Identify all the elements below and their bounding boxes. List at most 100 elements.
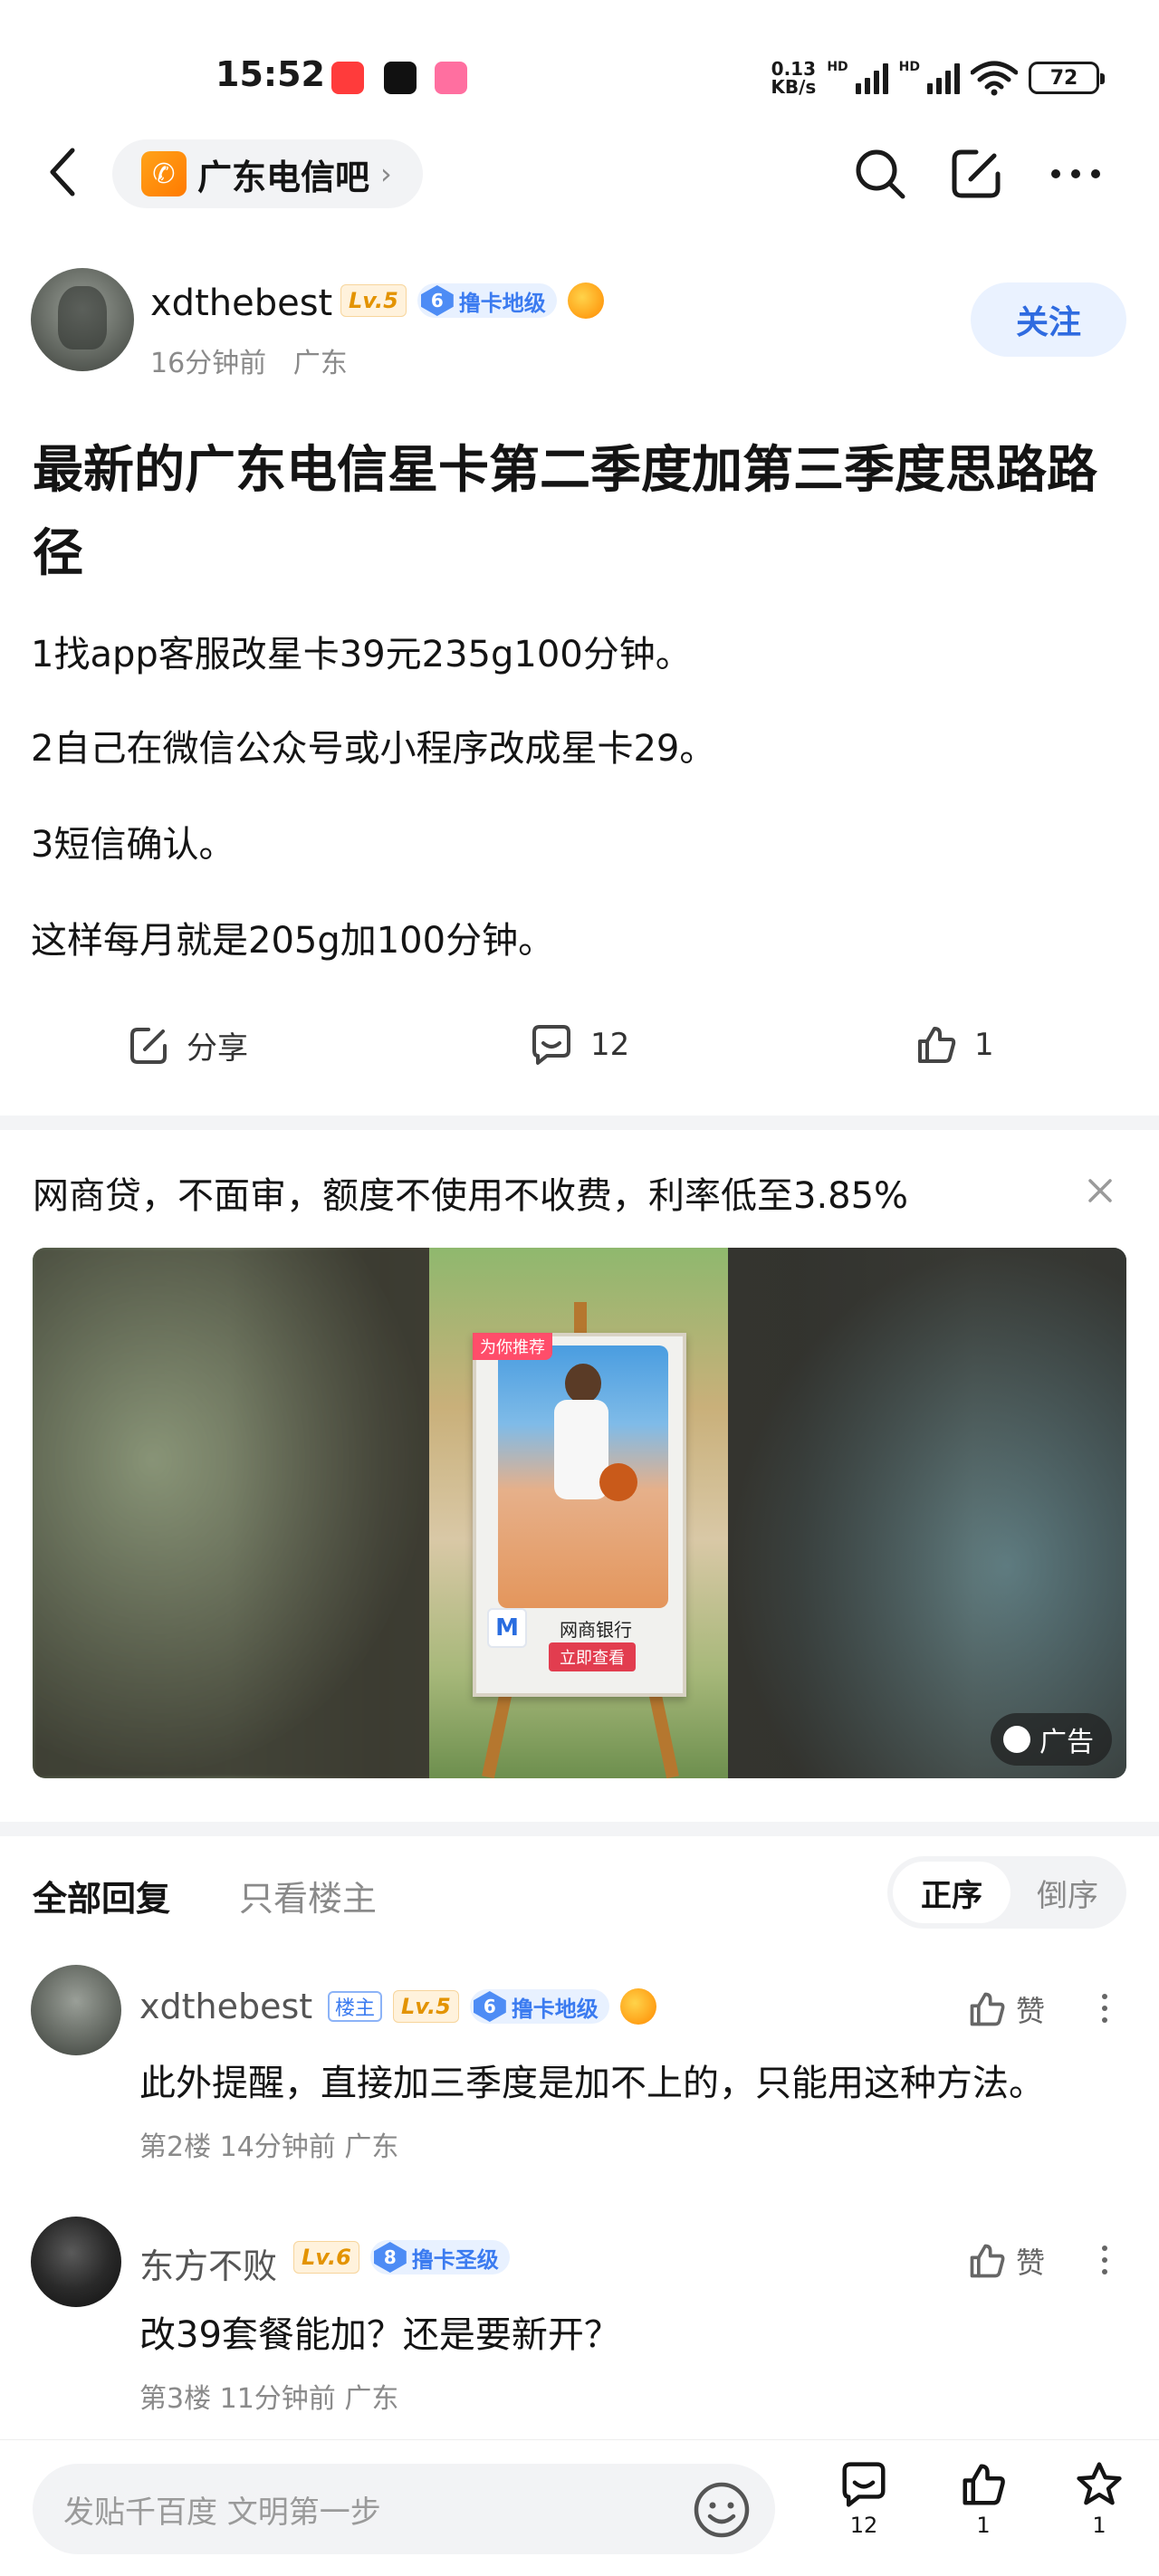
reply-avatar[interactable] xyxy=(31,2217,121,2307)
bottom-comment-count: 12 xyxy=(849,2513,878,2538)
share-icon xyxy=(130,1027,167,1064)
rank-badge: 6 撸卡地级 xyxy=(469,1989,609,2024)
op-tag: 楼主 xyxy=(328,1991,383,2022)
post-line-4: 这样每月就是205g加100分钟。 xyxy=(31,920,555,962)
reply-more-button[interactable] xyxy=(1092,2246,1117,2274)
order-toggle: 正序 倒序 xyxy=(887,1856,1126,1929)
post-time: 16分钟前 xyxy=(150,348,267,379)
more-icon xyxy=(1051,169,1100,178)
bottom-bar: 发贴千百度 文明第一步 12 1 1 xyxy=(0,2439,1159,2576)
ad-bank-name: 网商银行 xyxy=(560,1619,632,1641)
post-line-2: 2自己在微信公众号或小程序改成星卡29。 xyxy=(31,728,716,770)
emoji-button[interactable] xyxy=(690,2478,753,2542)
ad-title[interactable]: 网商贷，不面审，额度不使用不收费，利率低至3.85% xyxy=(33,1166,908,1219)
reply-meta: 第3楼 11分钟前 广东 xyxy=(139,2383,399,2415)
post-title: 最新的广东电信星卡第二季度加第三季度思路路径 xyxy=(33,441,1097,583)
tiktok-icon xyxy=(384,62,417,94)
hd-label-1: HD xyxy=(827,60,848,74)
rank-badge: 6 撸卡地级 xyxy=(417,283,557,318)
ad-mark-icon xyxy=(1003,1726,1030,1753)
close-icon xyxy=(1088,1179,1112,1202)
ad-cta-button[interactable]: 立即查看 xyxy=(549,1642,636,1671)
ad-label-text: 广告 xyxy=(1039,1727,1094,1758)
reply-like-label: 赞 xyxy=(1016,1994,1046,2028)
comment-input[interactable]: 发贴千百度 文明第一步 xyxy=(33,2464,775,2554)
player-head xyxy=(565,1364,601,1403)
emoji-badge-icon xyxy=(567,282,604,319)
search-icon xyxy=(856,149,905,199)
author-avatar[interactable] xyxy=(31,268,134,371)
reply-like-label: 赞 xyxy=(1016,2246,1046,2280)
tab-op-only[interactable]: 只看楼主 xyxy=(239,1871,377,1920)
status-bar: 15:52 0.13 KB/s HD HD 72 xyxy=(0,0,1159,136)
tab-all-replies[interactable]: 全部回复 xyxy=(33,1871,170,1920)
share-button[interactable]: 分享 xyxy=(127,1023,248,1068)
edit-icon xyxy=(952,149,1001,198)
net-speed-value: 0.13 xyxy=(771,58,817,80)
thumbs-up-icon xyxy=(963,2464,1005,2505)
status-time: 15:52 xyxy=(216,54,325,94)
ad-center-image: M 网商银行 立即查看 为你推荐 xyxy=(429,1248,728,1778)
section-divider xyxy=(0,1822,1159,1836)
reply-badges: 楼主 Lv.5 6 撸卡地级 xyxy=(328,1988,656,2025)
level-badge: Lv.5 xyxy=(393,1990,459,2023)
more-button[interactable] xyxy=(1047,145,1105,203)
reply-text: 此外提醒，直接加三季度是加不上的，只能用这种方法。 xyxy=(139,2063,1045,2104)
status-right: 0.13 KB/s HD HD 72 xyxy=(771,58,1105,96)
order-asc-button[interactable]: 正序 xyxy=(893,1862,1011,1923)
top-nav: ✆ 广东电信吧 › xyxy=(0,127,1159,226)
reply-more-button[interactable] xyxy=(1092,1994,1117,2023)
post-line-1: 1找app客服改星卡39元235g100分钟。 xyxy=(31,634,692,675)
comment-icon xyxy=(842,2462,886,2507)
reply-like-button[interactable]: 赞 xyxy=(967,1988,1045,2030)
bottom-comment-button[interactable]: 12 xyxy=(828,2460,900,2538)
reply-like-button[interactable]: 赞 xyxy=(967,2240,1045,2282)
forum-link[interactable]: ✆ 广东电信吧 › xyxy=(112,139,423,208)
forum-logo-icon: ✆ xyxy=(141,151,187,196)
ad-close-button[interactable] xyxy=(1078,1168,1123,1213)
thumbs-up-icon xyxy=(970,1992,1005,2026)
rank-title: 撸卡地级 xyxy=(511,1996,599,2022)
reply-avatar[interactable] xyxy=(31,1965,121,2055)
ad-blur-left xyxy=(33,1248,431,1778)
reply-author[interactable]: 东方不败 xyxy=(139,2238,277,2288)
ad-board: M 网商银行 立即查看 xyxy=(473,1333,686,1697)
ad-media[interactable]: M 网商银行 立即查看 为你推荐 广告 xyxy=(33,1248,1126,1778)
reply-meta: 第2楼 14分钟前 广东 xyxy=(139,2131,399,2163)
edit-button[interactable] xyxy=(947,145,1005,203)
ad-label: 广告 xyxy=(991,1713,1112,1766)
level-badge: Lv.6 xyxy=(293,2241,359,2274)
back-button[interactable] xyxy=(36,145,91,199)
bottom-favorite-button[interactable]: 1 xyxy=(1063,2460,1135,2538)
comment-count: 12 xyxy=(590,1027,630,1063)
reply-author[interactable]: xdthebest xyxy=(139,1987,312,2026)
thumbs-up-icon xyxy=(970,2244,1005,2278)
follow-button[interactable]: 关注 xyxy=(971,282,1126,357)
hd-label-2: HD xyxy=(898,60,920,74)
notification-app-icon xyxy=(331,62,364,94)
wifi-icon xyxy=(971,61,1018,96)
bottom-like-count: 1 xyxy=(976,2513,991,2538)
thumbs-up-icon xyxy=(918,1027,956,1063)
rank-gem-icon: 6 xyxy=(473,1991,506,2022)
bottom-like-button[interactable]: 1 xyxy=(947,2460,1020,2538)
rank-badge: 8 撸卡圣级 xyxy=(369,2240,510,2274)
post-meta: 16分钟前 广东 xyxy=(150,340,348,380)
chevron-right-icon: › xyxy=(380,157,392,191)
back-icon xyxy=(50,148,75,196)
rank-gem-icon: 6 xyxy=(420,285,454,316)
like-button[interactable]: 1 xyxy=(915,1023,994,1067)
comment-button[interactable]: 12 xyxy=(529,1023,629,1067)
rank-title: 撸卡圣级 xyxy=(411,2246,499,2273)
ad-player-image xyxy=(498,1345,668,1608)
post-line-3: 3短信确认。 xyxy=(31,824,235,866)
bilibili-icon xyxy=(435,62,467,94)
reply-badges: Lv.6 8 撸卡圣级 xyxy=(293,2240,510,2274)
post-action-bar: 分享 12 1 xyxy=(0,1014,1159,1087)
ad-blur-right xyxy=(728,1248,1126,1778)
signal-icon-2 xyxy=(927,62,960,94)
order-desc-button[interactable]: 倒序 xyxy=(1014,1862,1121,1923)
search-button[interactable] xyxy=(851,145,909,203)
author-name[interactable]: xdthebest xyxy=(150,282,332,324)
emoji-icon xyxy=(694,2482,750,2538)
